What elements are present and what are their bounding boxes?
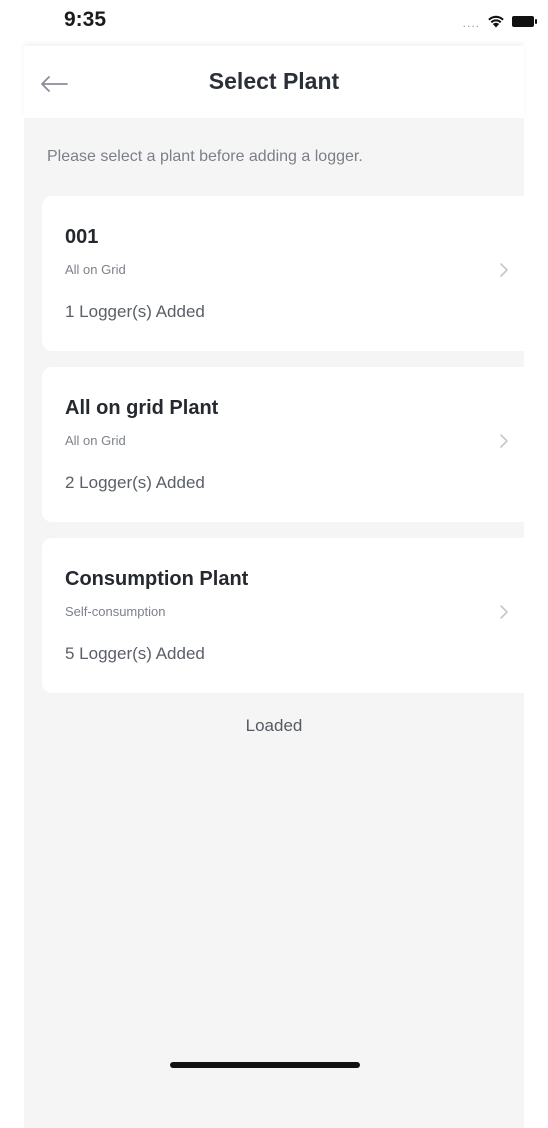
plant-type: All on Grid xyxy=(65,433,126,448)
wifi-icon xyxy=(488,15,504,28)
plant-type: All on Grid xyxy=(65,262,126,277)
plant-card[interactable]: All on grid Plant All on Grid 2 Logger(s… xyxy=(42,367,534,522)
chevron-right-icon xyxy=(500,263,508,277)
plant-logger-count: 5 Logger(s) Added xyxy=(65,644,205,663)
home-indicator[interactable] xyxy=(170,1062,360,1068)
status-icons: .... xyxy=(462,12,537,30)
plant-card[interactable]: Consumption Plant Self-consumption 5 Log… xyxy=(42,538,534,693)
plant-logger-count: 2 Logger(s) Added xyxy=(65,473,205,492)
chevron-right-icon xyxy=(500,434,508,448)
app-screen: Select Plant Please select a plant befor… xyxy=(24,46,534,1128)
battery-icon xyxy=(512,15,537,27)
plant-card[interactable]: 001 All on Grid 1 Logger(s) Added xyxy=(42,196,534,351)
plant-name: 001 xyxy=(65,226,99,248)
status-time: 9:35 xyxy=(64,8,107,31)
signal-dots: .... xyxy=(462,16,480,30)
plant-name: Consumption Plant xyxy=(65,568,249,590)
plant-type: Self-consumption xyxy=(65,604,166,619)
plant-name: All on grid Plant xyxy=(65,397,219,419)
navigation-bar: Select Plant xyxy=(24,46,524,118)
status-bar: 9:35 .... xyxy=(0,0,548,46)
plant-logger-count: 1 Logger(s) Added xyxy=(65,302,205,321)
chevron-right-icon xyxy=(500,605,508,619)
instruction-text: Please select a plant before adding a lo… xyxy=(47,148,363,165)
list-status-text: Loaded xyxy=(245,716,303,735)
plant-list: 001 All on Grid 1 Logger(s) Added All on… xyxy=(42,196,534,709)
page-title: Select Plant xyxy=(208,68,340,94)
